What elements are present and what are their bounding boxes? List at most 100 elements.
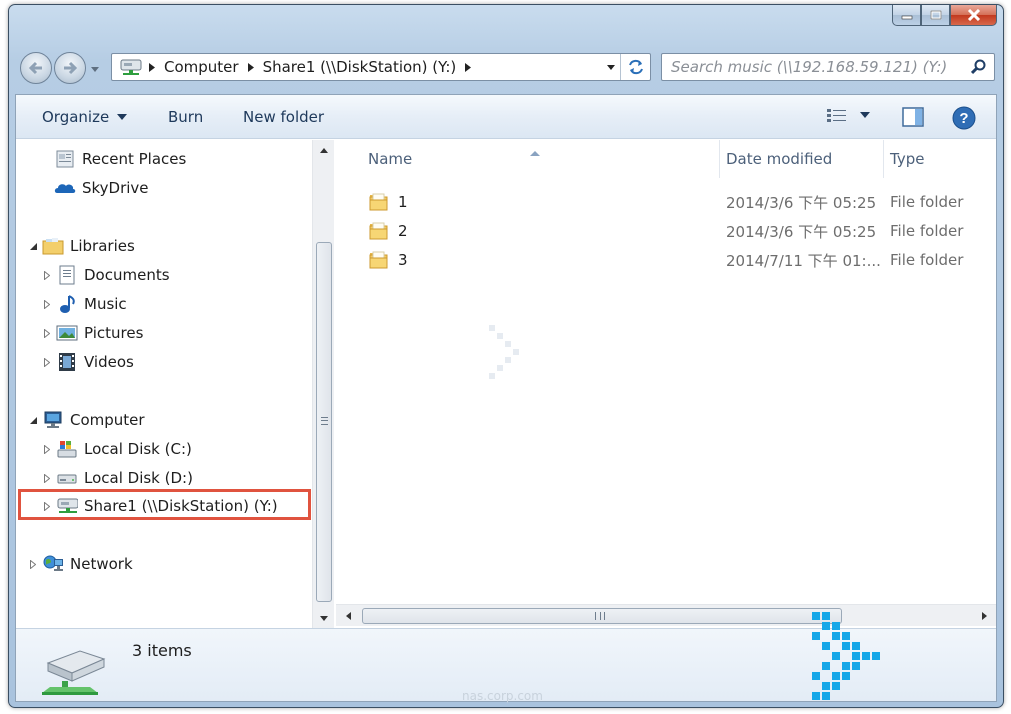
nav-item-local-disk-c[interactable]: Local Disk (C:) xyxy=(40,437,192,461)
expand-arrow-icon[interactable] xyxy=(26,559,40,569)
nav-item-network[interactable]: Network xyxy=(26,552,133,576)
content-area: Organize Burn New folder ? Recent Places… xyxy=(15,94,997,702)
nav-item-libraries[interactable]: Libraries xyxy=(26,234,135,258)
search-icon[interactable] xyxy=(964,59,994,75)
expand-arrow-icon[interactable] xyxy=(40,270,54,280)
back-arrow-icon xyxy=(28,61,42,75)
file-type: File folder xyxy=(890,193,964,211)
breadcrumb-arrow-icon[interactable] xyxy=(460,62,476,72)
expand-arrow-icon[interactable] xyxy=(40,357,54,367)
expand-arrow-icon[interactable] xyxy=(40,444,54,454)
forward-button[interactable] xyxy=(54,52,86,84)
chevron-down-icon xyxy=(117,114,128,120)
hard-drive-icon xyxy=(56,468,78,488)
address-history-dropdown[interactable] xyxy=(602,54,620,80)
folder-icon xyxy=(368,192,390,212)
scroll-down-arrow-icon[interactable] xyxy=(313,608,335,628)
maximize-button[interactable] xyxy=(921,5,950,26)
scroll-left-arrow-icon[interactable] xyxy=(340,608,356,624)
skydrive-icon xyxy=(54,178,76,198)
nav-item-videos[interactable]: Videos xyxy=(40,350,134,374)
nav-item-computer[interactable]: Computer xyxy=(26,408,145,432)
file-name: 1 xyxy=(398,193,408,211)
organize-label: Organize xyxy=(42,108,110,126)
libraries-icon xyxy=(42,236,64,256)
collapse-arrow-icon[interactable] xyxy=(26,242,40,250)
nav-label: Local Disk (C:) xyxy=(84,440,192,458)
nav-label: Computer xyxy=(70,411,145,429)
network-drive-icon xyxy=(118,56,144,78)
caption-buttons xyxy=(892,5,997,26)
search-input[interactable]: Search music (\\192.168.59.121) (Y:) xyxy=(662,58,964,76)
folder-icon xyxy=(368,250,390,270)
nav-item-recent-places[interactable]: Recent Places xyxy=(54,147,186,171)
scroll-thumb[interactable] xyxy=(362,608,842,624)
scroll-up-arrow-icon[interactable] xyxy=(313,140,335,160)
help-icon: ? xyxy=(952,106,976,130)
refresh-button[interactable] xyxy=(620,54,650,80)
scroll-thumb[interactable] xyxy=(316,242,332,602)
forward-arrow-icon xyxy=(64,61,78,75)
address-bar[interactable]: Computer Share1 (\\DiskStation) (Y:) xyxy=(111,53,651,81)
column-header-type[interactable]: Type xyxy=(884,140,996,178)
burn-button[interactable]: Burn xyxy=(168,108,203,126)
column-header-date-modified[interactable]: Date modified xyxy=(720,140,884,178)
help-button[interactable]: ? xyxy=(952,106,976,130)
file-name: 3 xyxy=(398,251,408,269)
nav-item-pictures[interactable]: Pictures xyxy=(40,321,143,345)
pictures-icon xyxy=(56,323,78,343)
minimize-button[interactable] xyxy=(892,5,921,26)
column-header-name[interactable]: Name xyxy=(362,140,720,178)
breadcrumb-computer[interactable]: Computer xyxy=(160,58,243,76)
command-bar: Organize Burn New folder ? xyxy=(16,95,996,139)
scroll-right-arrow-icon[interactable] xyxy=(976,608,992,624)
recent-places-icon xyxy=(54,149,76,169)
table-row[interactable]: 2 2014/3/6 下午 05:25 File folder xyxy=(362,218,996,244)
file-date: 2014/3/6 下午 05:25 xyxy=(726,222,877,241)
watermark-mark xyxy=(489,325,539,389)
folder-icon xyxy=(368,221,390,241)
file-name: 2 xyxy=(398,222,408,240)
file-type: File folder xyxy=(890,222,964,240)
change-view-button[interactable] xyxy=(826,107,870,123)
nav-label: Documents xyxy=(84,266,170,284)
watermark-text: nas.corp.com xyxy=(462,689,543,703)
watermark-arrow-icon xyxy=(812,612,888,708)
back-button[interactable] xyxy=(20,52,52,84)
new-folder-button[interactable]: New folder xyxy=(243,108,324,126)
preview-pane-button[interactable] xyxy=(902,107,924,127)
system-drive-icon xyxy=(56,439,78,459)
nav-label: SkyDrive xyxy=(82,179,149,197)
table-row[interactable]: 1 2014/3/6 下午 05:25 File folder xyxy=(362,189,996,215)
file-date: 2014/7/11 下午 01:... xyxy=(726,251,881,270)
network-drive-icon xyxy=(40,637,112,697)
nav-item-skydrive[interactable]: SkyDrive xyxy=(54,176,149,200)
music-icon xyxy=(56,294,78,314)
breadcrumb-share1[interactable]: Share1 (\\DiskStation) (Y:) xyxy=(259,58,461,76)
search-box[interactable]: Search music (\\192.168.59.121) (Y:) xyxy=(661,53,995,81)
close-button[interactable] xyxy=(950,5,997,26)
nav-item-music[interactable]: Music xyxy=(40,292,127,316)
organize-button[interactable]: Organize xyxy=(42,108,128,126)
nav-item-documents[interactable]: Documents xyxy=(40,263,170,287)
expand-arrow-icon[interactable] xyxy=(40,473,54,483)
expand-arrow-icon[interactable] xyxy=(40,328,54,338)
table-row[interactable]: 3 2014/7/11 下午 01:... File folder xyxy=(362,247,996,273)
computer-icon xyxy=(42,410,64,430)
chevron-down-icon xyxy=(91,66,99,72)
navigation-pane-scrollbar[interactable] xyxy=(312,140,334,628)
nav-label: Pictures xyxy=(84,324,144,342)
preview-pane-icon xyxy=(902,107,924,127)
svg-text:?: ? xyxy=(959,110,968,127)
breadcrumb-arrow-icon[interactable] xyxy=(144,62,160,72)
nav-item-local-disk-d[interactable]: Local Disk (D:) xyxy=(40,466,193,490)
collapse-arrow-icon[interactable] xyxy=(26,416,40,424)
recent-pages-dropdown[interactable] xyxy=(89,63,101,75)
chevron-down-icon xyxy=(607,64,615,70)
breadcrumb-arrow-icon[interactable] xyxy=(243,62,259,72)
nav-label: Network xyxy=(70,555,133,573)
file-list-horizontal-scrollbar[interactable] xyxy=(336,604,996,626)
explorer-window: Computer Share1 (\\DiskStation) (Y:) Sea… xyxy=(8,4,1004,708)
expand-arrow-icon[interactable] xyxy=(40,299,54,309)
chevron-down-icon xyxy=(860,112,870,118)
